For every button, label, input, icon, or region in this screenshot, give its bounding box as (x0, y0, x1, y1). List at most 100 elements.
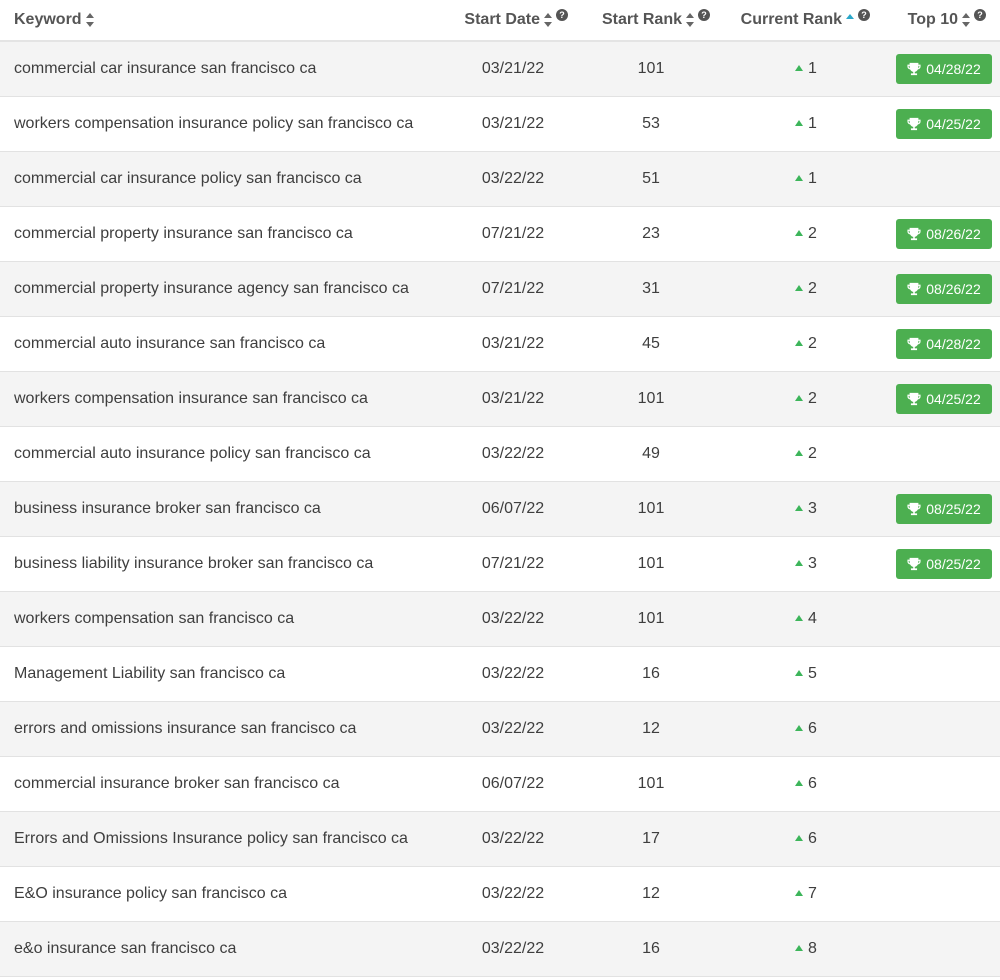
table-row: commercial auto insurance san francisco … (0, 317, 1000, 372)
start-rank-cell: 101 (637, 390, 665, 407)
column-header-top10[interactable]: Top 10 ? (896, 9, 1000, 29)
rank-up-arrow-icon (795, 65, 804, 71)
rank-up-arrow-icon (795, 890, 804, 896)
start-date-cell: 03/22/22 (481, 885, 545, 902)
keyword-cell: commercial insurance broker san francisc… (14, 775, 340, 792)
start-rank-cell: 17 (642, 830, 660, 847)
start-date-cell: 03/21/22 (481, 60, 545, 77)
top10-date: 04/25/22 (926, 116, 981, 132)
keyword-cell: errors and omissions insurance san franc… (14, 720, 357, 737)
top10-cell: 08/25/22 (896, 549, 1000, 579)
current-rank-value: 7 (808, 885, 817, 902)
top10-date: 08/26/22 (926, 281, 981, 297)
start-rank-cell: 49 (642, 445, 660, 462)
current-rank-value: 2 (808, 390, 817, 407)
top10-date: 04/28/22 (926, 61, 981, 77)
help-icon[interactable]: ? (858, 9, 870, 21)
current-rank-value: 4 (808, 610, 817, 627)
table-row: commercial property insurance agency san… (0, 262, 1000, 317)
rank-up-arrow-icon (795, 175, 804, 181)
rank-up-arrow-icon (795, 395, 804, 401)
sort-icon[interactable] (85, 13, 94, 27)
sort-icon[interactable] (686, 13, 694, 27)
table-row: commercial property insurance san franci… (0, 207, 1000, 262)
column-header-top10-label: Top 10 (907, 11, 958, 28)
current-rank-cell: 8 (716, 940, 896, 958)
table-row: errors and omissions insurance san franc… (0, 702, 1000, 757)
top10-date-badge: 08/26/22 (896, 219, 992, 249)
rank-up-arrow-icon (795, 285, 804, 291)
help-icon[interactable]: ? (698, 9, 710, 21)
current-rank-cell: 6 (716, 830, 896, 848)
table-row: commercial car insurance policy san fran… (0, 152, 1000, 207)
current-rank-value: 2 (808, 445, 817, 462)
sort-icon[interactable] (962, 13, 970, 27)
current-rank-cell: 2 (716, 280, 896, 298)
keyword-cell: business liability insurance broker san … (14, 555, 374, 572)
current-rank-cell: 5 (716, 665, 896, 683)
start-rank-cell: 12 (642, 885, 660, 902)
top10-date: 08/26/22 (926, 226, 981, 242)
start-rank-cell: 12 (642, 720, 660, 737)
help-icon[interactable]: ? (556, 9, 568, 21)
current-rank-cell: 2 (716, 335, 896, 353)
start-rank-cell: 101 (637, 555, 665, 572)
table-row: workers compensation insurance san franc… (0, 372, 1000, 427)
current-rank-value: 2 (808, 280, 817, 297)
current-rank-cell: 3 (716, 555, 896, 573)
keyword-rank-table: Keyword Start Date ? Start Rank ? Curren… (0, 0, 1000, 977)
top10-date: 08/25/22 (926, 556, 981, 572)
current-rank-value: 8 (808, 940, 817, 957)
start-date-cell: 03/22/22 (481, 445, 545, 462)
current-rank-cell: 1 (716, 115, 896, 133)
current-rank-value: 3 (808, 500, 817, 517)
top10-cell: 08/25/22 (896, 494, 1000, 524)
rank-up-arrow-icon (795, 340, 804, 346)
start-rank-cell: 101 (637, 60, 665, 77)
start-rank-cell: 53 (642, 115, 660, 132)
keyword-cell: commercial auto insurance san francisco … (14, 335, 326, 352)
current-rank-cell: 4 (716, 610, 896, 628)
current-rank-value: 2 (808, 335, 817, 352)
sort-ascending-icon[interactable] (846, 13, 854, 19)
trophy-icon (907, 502, 921, 516)
table-row: E&O insurance policy san francisco ca 03/… (0, 867, 1000, 922)
keyword-cell: commercial property insurance agency san… (14, 280, 409, 297)
trophy-icon (907, 557, 921, 571)
column-header-start-rank-label: Start Rank (601, 11, 682, 28)
table-row: Management Liability san francisco ca 03/… (0, 647, 1000, 702)
start-rank-cell: 101 (637, 500, 665, 517)
keyword-cell: business insurance broker san francisco … (14, 500, 321, 517)
start-rank-cell: 23 (642, 225, 660, 242)
sort-icon[interactable] (544, 13, 552, 27)
rank-up-arrow-icon (795, 120, 804, 126)
keyword-cell: commercial property insurance san franci… (14, 225, 353, 242)
current-rank-cell: 6 (716, 775, 896, 793)
top10-date-badge: 08/25/22 (896, 549, 992, 579)
table-row: workers compensation san francisco ca 03/… (0, 592, 1000, 647)
rank-up-arrow-icon (795, 230, 804, 236)
rank-up-arrow-icon (795, 450, 804, 456)
start-rank-cell: 16 (642, 665, 660, 682)
start-date-cell: 03/21/22 (481, 335, 545, 352)
table-row: commercial auto insurance policy san fra… (0, 427, 1000, 482)
column-header-current-rank[interactable]: Current Rank ? (716, 9, 896, 29)
start-rank-cell: 51 (642, 170, 660, 187)
help-icon[interactable]: ? (974, 9, 986, 21)
start-date-cell: 03/22/22 (481, 830, 545, 847)
trophy-icon (907, 392, 921, 406)
keyword-cell: Management Liability san francisco ca (14, 665, 286, 682)
current-rank-cell: 1 (716, 170, 896, 188)
table-row: workers compensation insurance policy sa… (0, 97, 1000, 152)
start-date-cell: 07/21/22 (481, 555, 545, 572)
keyword-cell: workers compensation san francisco ca (14, 610, 295, 627)
start-date-cell: 03/22/22 (481, 940, 545, 957)
top10-date-badge: 04/25/22 (896, 109, 992, 139)
current-rank-cell: 3 (716, 500, 896, 518)
column-header-keyword[interactable]: Keyword (0, 11, 440, 29)
start-date-cell: 07/21/22 (481, 280, 545, 297)
column-header-start-rank[interactable]: Start Rank ? (586, 9, 716, 29)
top10-date-badge: 04/28/22 (896, 54, 992, 84)
current-rank-value: 3 (808, 555, 817, 572)
column-header-start-date[interactable]: Start Date ? (440, 9, 586, 29)
